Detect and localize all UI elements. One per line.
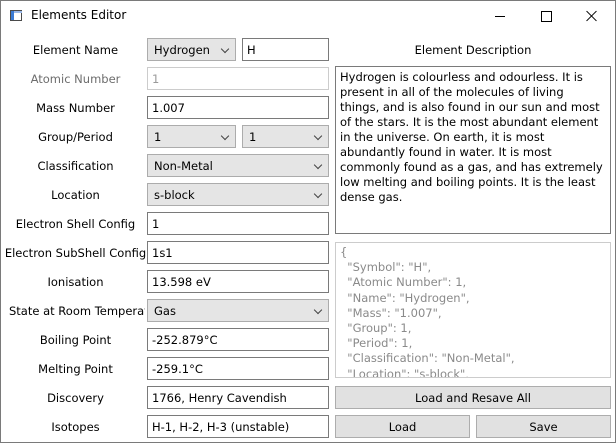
classification-label: Classification: [37, 158, 114, 173]
location-label: Location: [51, 187, 100, 202]
json-preview[interactable]: { "Symbol": "H", "Atomic Number": 1, "Na…: [335, 242, 611, 378]
minimize-icon: [495, 15, 505, 17]
electron-shell-config-input[interactable]: 1: [147, 212, 329, 235]
chevron-down-icon: [313, 305, 323, 315]
boiling-point-input[interactable]: -252.879°C: [147, 328, 329, 351]
discovery-label: Discovery: [47, 390, 104, 405]
ionisation-label: Ionisation: [47, 274, 104, 289]
chevron-down-icon: [313, 160, 323, 170]
json-line: "Symbol": "H",: [340, 260, 432, 275]
window-title: Elements Editor: [31, 8, 127, 22]
group-period-label: Group/Period: [38, 129, 113, 144]
element-symbol-input[interactable]: H: [242, 38, 329, 61]
minimize-button[interactable]: [477, 1, 523, 31]
ionisation-input[interactable]: 13.598 eV: [147, 270, 329, 293]
chevron-down-icon: [220, 131, 230, 141]
load-button[interactable]: Load: [335, 415, 470, 438]
element-name-label: Element Name: [32, 42, 119, 57]
close-icon: [586, 10, 598, 22]
isotopes-label: Isotopes: [51, 419, 100, 434]
group-dropdown[interactable]: 1: [147, 125, 236, 148]
discovery-input[interactable]: 1766, Henry Cavendish: [147, 386, 329, 409]
load-and-resave-all-button[interactable]: Load and Resave All: [335, 386, 611, 409]
element-description-label: Element Description: [414, 43, 532, 57]
isotopes-input[interactable]: H-1, H-2, H-3 (unstable): [147, 415, 329, 438]
elements-editor-window: Elements Editor Element Name Hydrogen H …: [0, 0, 616, 443]
electron-subshell-config-label: Electron SubShell Config: [4, 245, 147, 260]
maximize-button[interactable]: [523, 1, 569, 31]
app-window-icon: [10, 10, 22, 21]
save-button[interactable]: Save: [476, 415, 611, 438]
json-line: "Atomic Number": 1,: [340, 275, 467, 290]
period-dropdown[interactable]: 1: [242, 125, 329, 148]
maximize-icon: [540, 10, 552, 22]
json-line: "Mass": "1.007",: [340, 305, 442, 320]
atomic-number-label: Atomic Number: [30, 71, 121, 86]
state-at-room-temperature-label: State at Room Temperatu: [9, 303, 145, 318]
atomic-number-input[interactable]: 1: [147, 67, 329, 90]
title-bar[interactable]: Elements Editor: [1, 1, 615, 31]
mass-number-label: Mass Number: [36, 100, 115, 115]
boiling-point-label: Boiling Point: [39, 332, 112, 347]
json-line: "Location": "s-block",: [340, 366, 469, 378]
location-dropdown[interactable]: s-block: [147, 183, 329, 206]
chevron-down-icon: [220, 44, 230, 54]
element-name-selected: Hydrogen: [154, 42, 210, 57]
json-line: "Name": "Hydrogen",: [340, 290, 470, 305]
chevron-down-icon: [313, 131, 323, 141]
state-dropdown[interactable]: Gas: [147, 299, 329, 322]
group-selected: 1: [154, 129, 162, 144]
chevron-down-icon: [313, 189, 323, 199]
melting-point-input[interactable]: -259.1°C: [147, 357, 329, 380]
electron-shell-config-label: Electron Shell Config: [15, 216, 136, 231]
json-line: "Classification": "Non-Metal",: [340, 351, 515, 366]
melting-point-label: Melting Point: [38, 361, 113, 376]
state-selected: Gas: [154, 303, 176, 318]
element-description-textarea[interactable]: Hydrogen is colourless and odourless. It…: [335, 66, 611, 234]
classification-dropdown[interactable]: Non-Metal: [147, 154, 329, 177]
json-line: "Group": 1,: [340, 321, 412, 336]
electron-subshell-config-input[interactable]: 1s1: [147, 241, 329, 264]
json-line: {: [340, 245, 348, 259]
period-selected: 1: [249, 129, 257, 144]
close-button[interactable]: [569, 1, 615, 31]
classification-selected: Non-Metal: [154, 158, 213, 173]
element-name-dropdown[interactable]: Hydrogen: [147, 38, 236, 61]
mass-number-input[interactable]: 1.007: [147, 96, 329, 119]
json-line: "Period": 1,: [340, 336, 413, 351]
location-selected: s-block: [154, 187, 195, 202]
